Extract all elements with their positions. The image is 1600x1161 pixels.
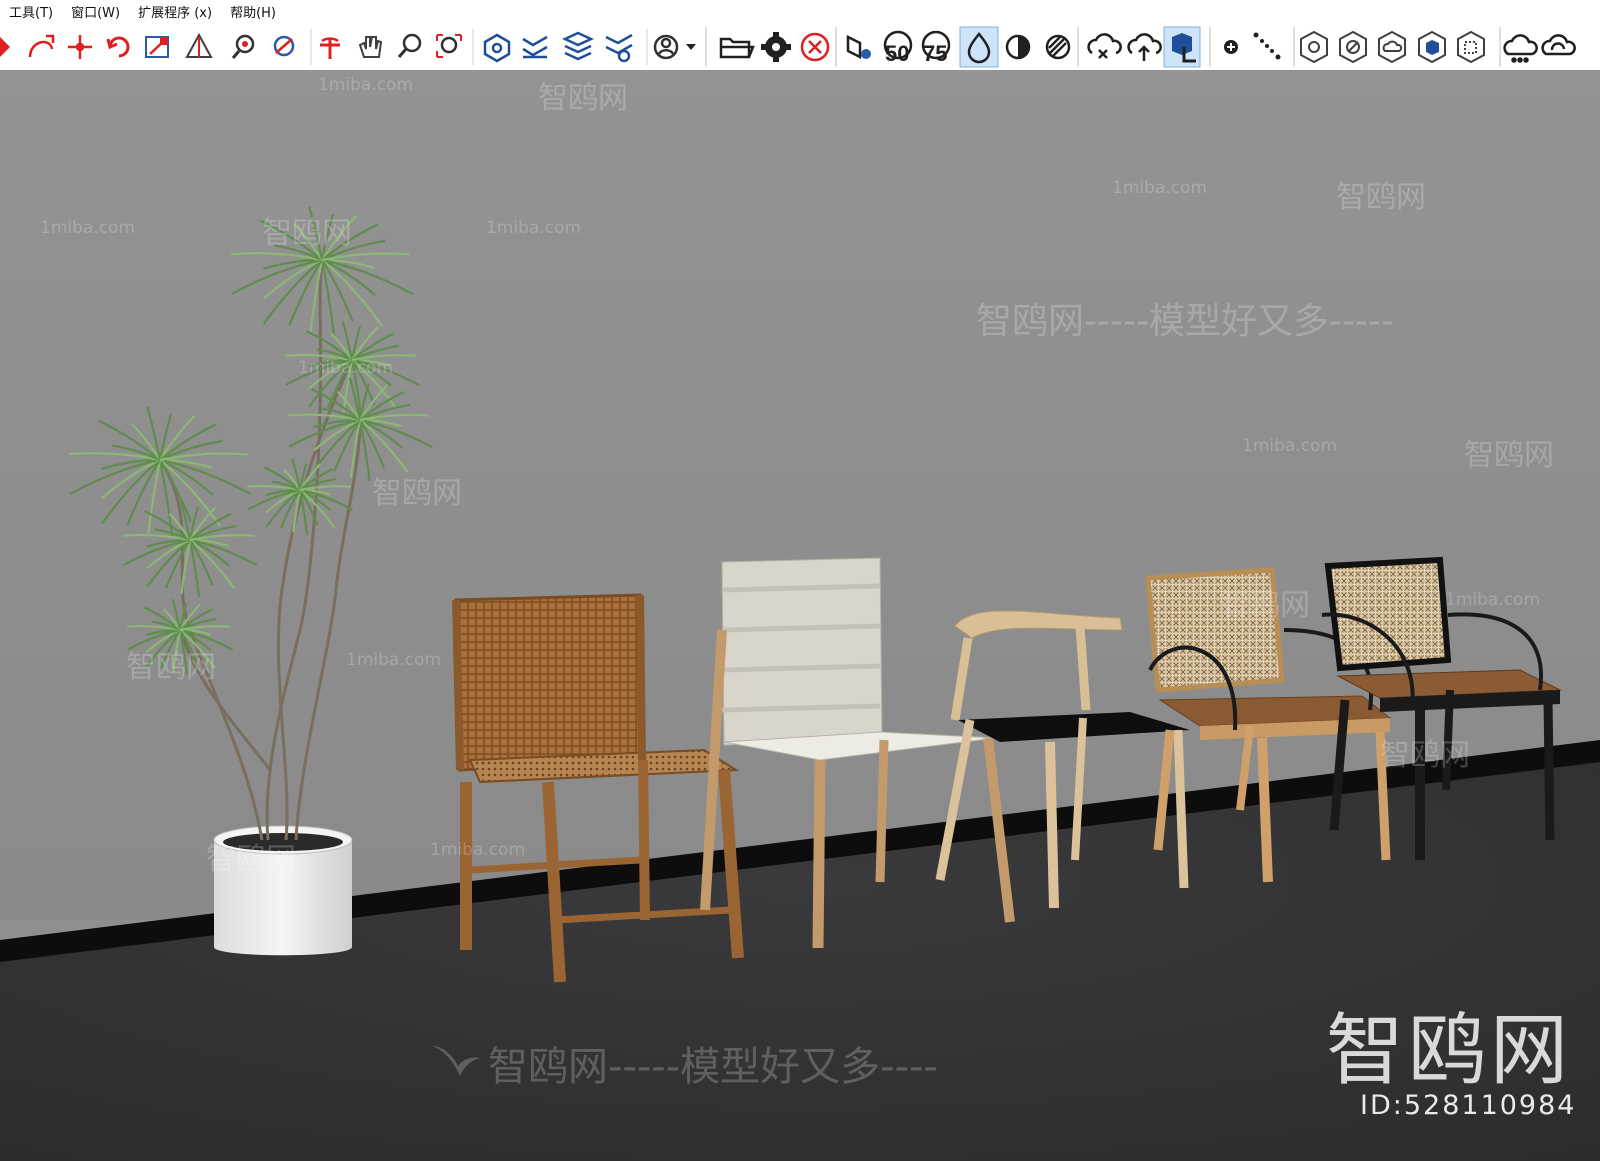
styles-icon[interactable] xyxy=(605,33,633,63)
protractor-icon[interactable] xyxy=(185,32,213,58)
watermark-brand: 智鸥网 xyxy=(206,842,296,877)
watermark-site: 1miba.com xyxy=(486,218,582,238)
hex-slash-icon[interactable] xyxy=(1339,30,1367,64)
watermark-slogan: 智鸥网-----模型好又多----- xyxy=(976,301,1394,342)
follow-me-icon[interactable] xyxy=(28,34,55,58)
hex-cloud-icon[interactable] xyxy=(1378,30,1406,64)
orbit-icon[interactable] xyxy=(273,35,295,57)
watermark-site: 1miba.com xyxy=(1112,178,1208,198)
watermark-brand: 智鸥网 xyxy=(262,216,352,251)
cube-hand-icon[interactable] xyxy=(1163,26,1201,68)
hatch-icon[interactable] xyxy=(1045,34,1071,60)
add-dot-icon[interactable] xyxy=(1224,40,1238,54)
cloud-sync-icon[interactable] xyxy=(1541,34,1576,56)
menu-tools[interactable]: 工具(T) xyxy=(0,2,62,21)
cloud-dots-icon[interactable] xyxy=(1503,34,1538,63)
open-folder-icon[interactable] xyxy=(719,37,755,59)
watermark-brand: 智鸥网 xyxy=(372,476,462,511)
hand-icon[interactable] xyxy=(358,36,383,58)
menu-extensions[interactable]: 扩展程序 (x) xyxy=(129,2,221,21)
hex-box-icon[interactable] xyxy=(1457,30,1485,64)
zoom-window-icon[interactable] xyxy=(436,34,462,58)
watermark-site: 1miba.com xyxy=(346,650,442,670)
hex-rotate-icon[interactable] xyxy=(1300,30,1328,64)
toolbar: 50 75 xyxy=(0,23,1600,71)
watermark-slogan-bottom: 智鸥网-----模型好又多---- xyxy=(488,1044,938,1090)
menu-help[interactable]: 帮助(H) xyxy=(221,2,285,21)
quality-50-icon[interactable]: 50 xyxy=(883,30,913,66)
zoom-extents-icon[interactable] xyxy=(231,34,255,59)
hex-cube-icon[interactable] xyxy=(1418,30,1446,64)
layers-icon[interactable] xyxy=(562,31,594,61)
render-icon[interactable] xyxy=(846,34,871,60)
quality-75-icon[interactable]: 75 xyxy=(921,30,951,66)
watermark-site: 1miba.com xyxy=(298,358,394,378)
menu-window[interactable]: 窗口(W) xyxy=(62,2,129,21)
watermark-site: 1miba.com xyxy=(40,218,136,238)
zoom-icon[interactable] xyxy=(397,33,422,58)
watermark-site: 1miba.com xyxy=(318,75,414,95)
watermark-brand: 智鸥网 xyxy=(1220,588,1310,623)
watermark-site: 1miba.com xyxy=(1242,436,1338,456)
watermark-brand: 智鸥网 xyxy=(538,81,628,116)
watermark-id: ID:528110984 xyxy=(1360,1090,1577,1121)
quality-75-label: 75 xyxy=(923,41,947,66)
select-arrow-icon[interactable] xyxy=(0,37,10,57)
menu-bar: 工具(T) 窗口(W) 扩展程序 (x) 帮助(H) xyxy=(0,0,1600,23)
watermark-brand: 智鸥网 xyxy=(1380,738,1470,773)
watermark-brand: 智鸥网 xyxy=(1336,180,1426,215)
3d-viewport[interactable]: 1miba.com 智鸥网 1miba.com 智鸥网 1miba.com 智鸥… xyxy=(0,70,1600,1161)
rotate-icon[interactable] xyxy=(106,36,130,58)
watermark-brand: 智鸥网 xyxy=(126,650,216,685)
dotted-line-icon[interactable] xyxy=(1253,32,1281,60)
close-circle-icon[interactable] xyxy=(800,32,830,62)
scale-icon[interactable] xyxy=(145,36,169,58)
cloud-x-icon[interactable] xyxy=(1087,33,1122,59)
pan-icon[interactable] xyxy=(320,37,340,59)
quality-50-label: 50 xyxy=(885,41,909,66)
cloud-upload-icon[interactable] xyxy=(1127,33,1162,61)
watermark-big-brand: 智鸥网 xyxy=(1326,1006,1573,1096)
move-icon[interactable] xyxy=(68,35,92,59)
section-icon[interactable] xyxy=(522,35,548,59)
dropdown-arrow-icon[interactable] xyxy=(686,44,696,50)
watermark-logo-icon xyxy=(432,1046,480,1076)
water-drop-icon[interactable] xyxy=(959,26,999,68)
contrast-icon[interactable] xyxy=(1005,34,1031,60)
settings-gear-icon[interactable] xyxy=(761,32,791,62)
watermark-brand: 智鸥网 xyxy=(1464,438,1554,473)
watermark-site: 1miba.com xyxy=(430,840,526,860)
user-icon[interactable] xyxy=(653,34,679,60)
component-icon[interactable] xyxy=(483,33,511,63)
watermark-site: 1miba.com xyxy=(1445,590,1541,610)
